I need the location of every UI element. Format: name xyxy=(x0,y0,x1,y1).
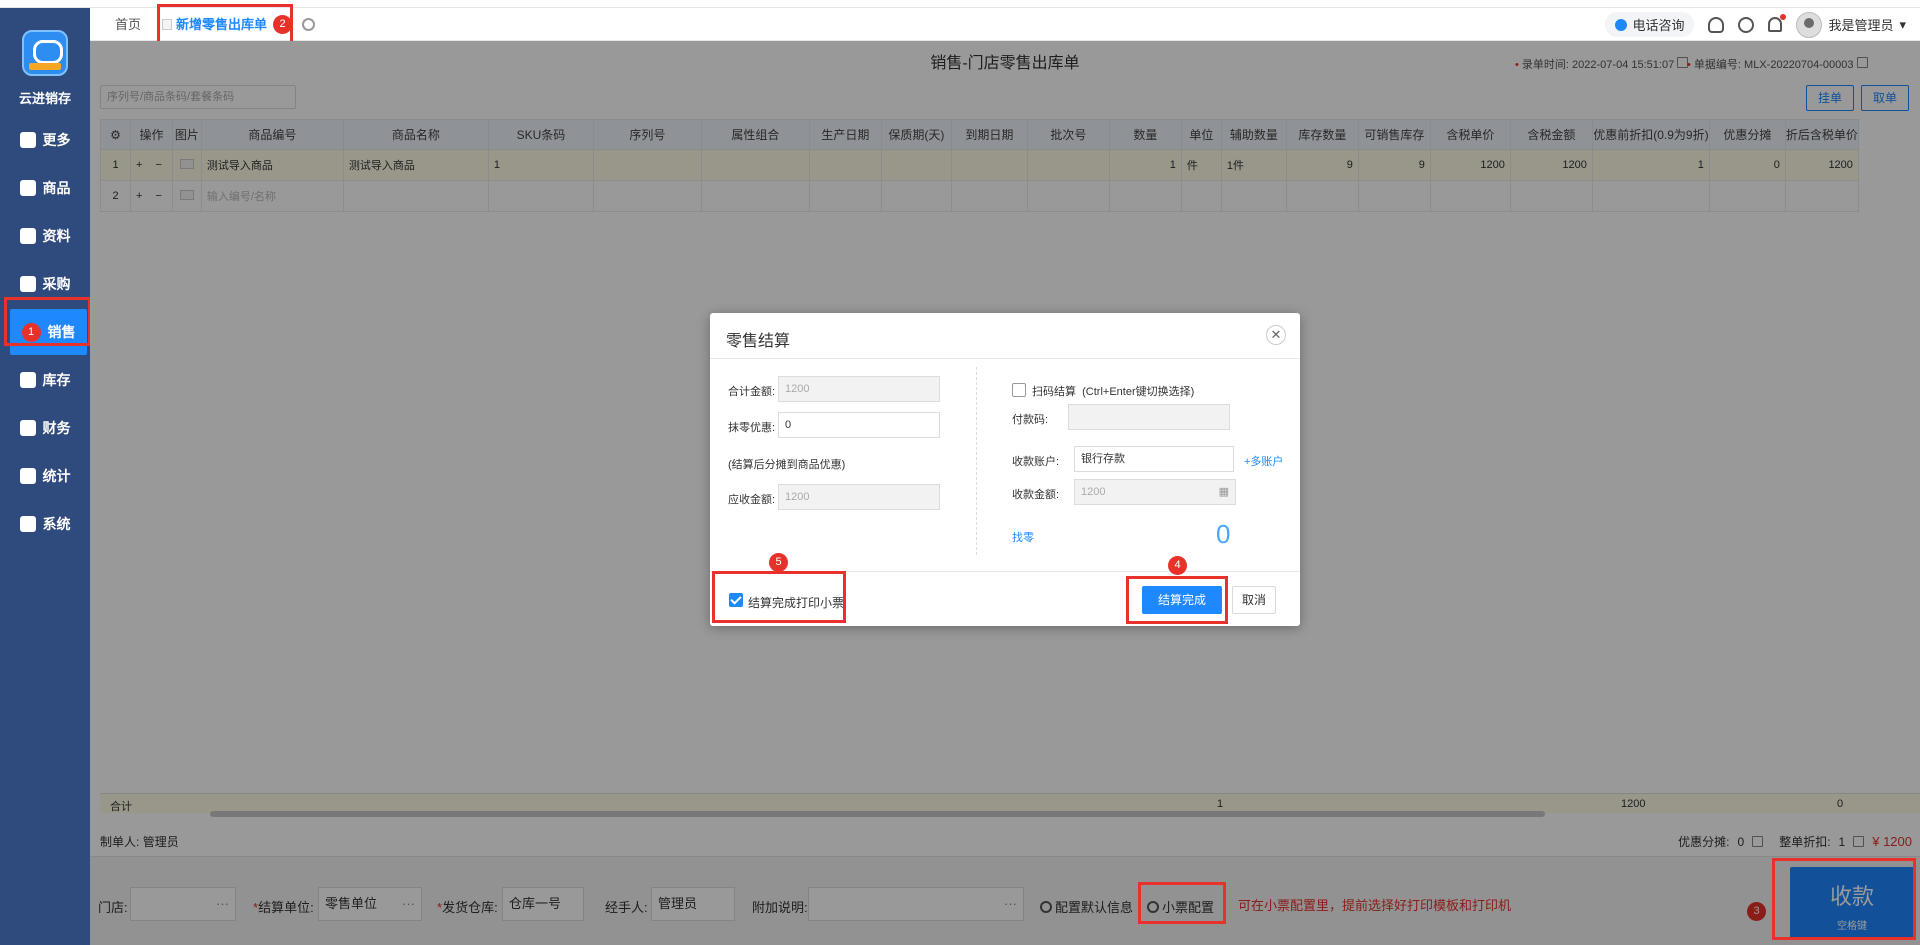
tab-home[interactable]: 首页 xyxy=(115,8,141,41)
cloud-download-icon[interactable] xyxy=(1708,16,1725,33)
sidebar: 云进销存 更多 商品 资料 采购 1 销售 库存 财务 统计 系统 xyxy=(0,8,90,945)
app-name: 云进销存 xyxy=(18,91,71,106)
annotation-box-ticket-config xyxy=(1138,882,1226,924)
annotation-box-sales xyxy=(4,297,91,346)
annotation-box-collect xyxy=(1772,858,1916,940)
sidebar-item-finance[interactable]: 财务 xyxy=(0,405,90,451)
receivable-field: 1200 xyxy=(778,484,940,510)
cancel-button[interactable]: 取消 xyxy=(1232,586,1276,614)
sidebar-item-stats[interactable]: 统计 xyxy=(0,453,90,499)
multi-account-link[interactable]: +多账户 xyxy=(1244,453,1283,469)
sidebar-item-more[interactable]: 更多 xyxy=(0,117,90,163)
annotation-box-confirm xyxy=(1126,576,1228,624)
tab-settings-gear-icon[interactable] xyxy=(302,18,315,31)
avatar xyxy=(1796,11,1823,38)
chevron-down-icon: ▾ xyxy=(1899,16,1906,32)
annotation-box-print xyxy=(712,571,846,623)
annotation-badge-5: 5 xyxy=(769,553,788,572)
top-right-toolbar: 电话咨询 我是管理员 ▾ xyxy=(1605,8,1920,41)
user-menu[interactable]: 我是管理员 ▾ xyxy=(1796,11,1906,38)
sidebar-item-inventory[interactable]: 库存 xyxy=(0,357,90,403)
sidebar-item-system[interactable]: 系统 xyxy=(0,501,90,547)
bag-icon xyxy=(19,180,36,196)
total-amount-field: 1200 xyxy=(778,376,940,402)
calculator-icon[interactable]: ▦ xyxy=(1219,480,1229,504)
finance-icon xyxy=(19,420,36,436)
phone-icon xyxy=(1615,18,1628,31)
cloud-logo-icon xyxy=(22,30,68,76)
account-select[interactable]: 银行存款 xyxy=(1074,446,1234,472)
search-icon[interactable] xyxy=(1738,16,1755,33)
settings-icon xyxy=(19,516,36,532)
annotation-badge-4: 4 xyxy=(1168,556,1187,575)
phone-consult-button[interactable]: 电话咨询 xyxy=(1605,12,1695,37)
pay-code-input[interactable] xyxy=(1068,404,1230,430)
dialog-title: 零售结算 xyxy=(726,333,791,350)
scan-settle-checkbox[interactable] xyxy=(1012,383,1026,397)
warehouse-icon xyxy=(19,372,36,388)
change-value: 0 xyxy=(1216,519,1231,549)
sidebar-item-goods[interactable]: 商品 xyxy=(0,165,90,211)
close-icon[interactable]: ✕ xyxy=(1266,325,1286,345)
plus-square-icon xyxy=(19,132,36,148)
bell-icon[interactable] xyxy=(1768,14,1787,32)
purchase-icon xyxy=(19,276,36,292)
document-icon xyxy=(19,228,36,244)
receive-amount-field[interactable]: 1200 ▦ xyxy=(1074,479,1236,505)
round-off-input[interactable]: 0 xyxy=(778,412,940,438)
app-logo[interactable]: 云进销存 xyxy=(0,30,90,110)
chart-icon xyxy=(19,468,36,484)
annotation-box-tab xyxy=(157,4,293,46)
change-label: 找零 xyxy=(1012,532,1034,544)
sidebar-item-data[interactable]: 资料 xyxy=(0,213,90,259)
